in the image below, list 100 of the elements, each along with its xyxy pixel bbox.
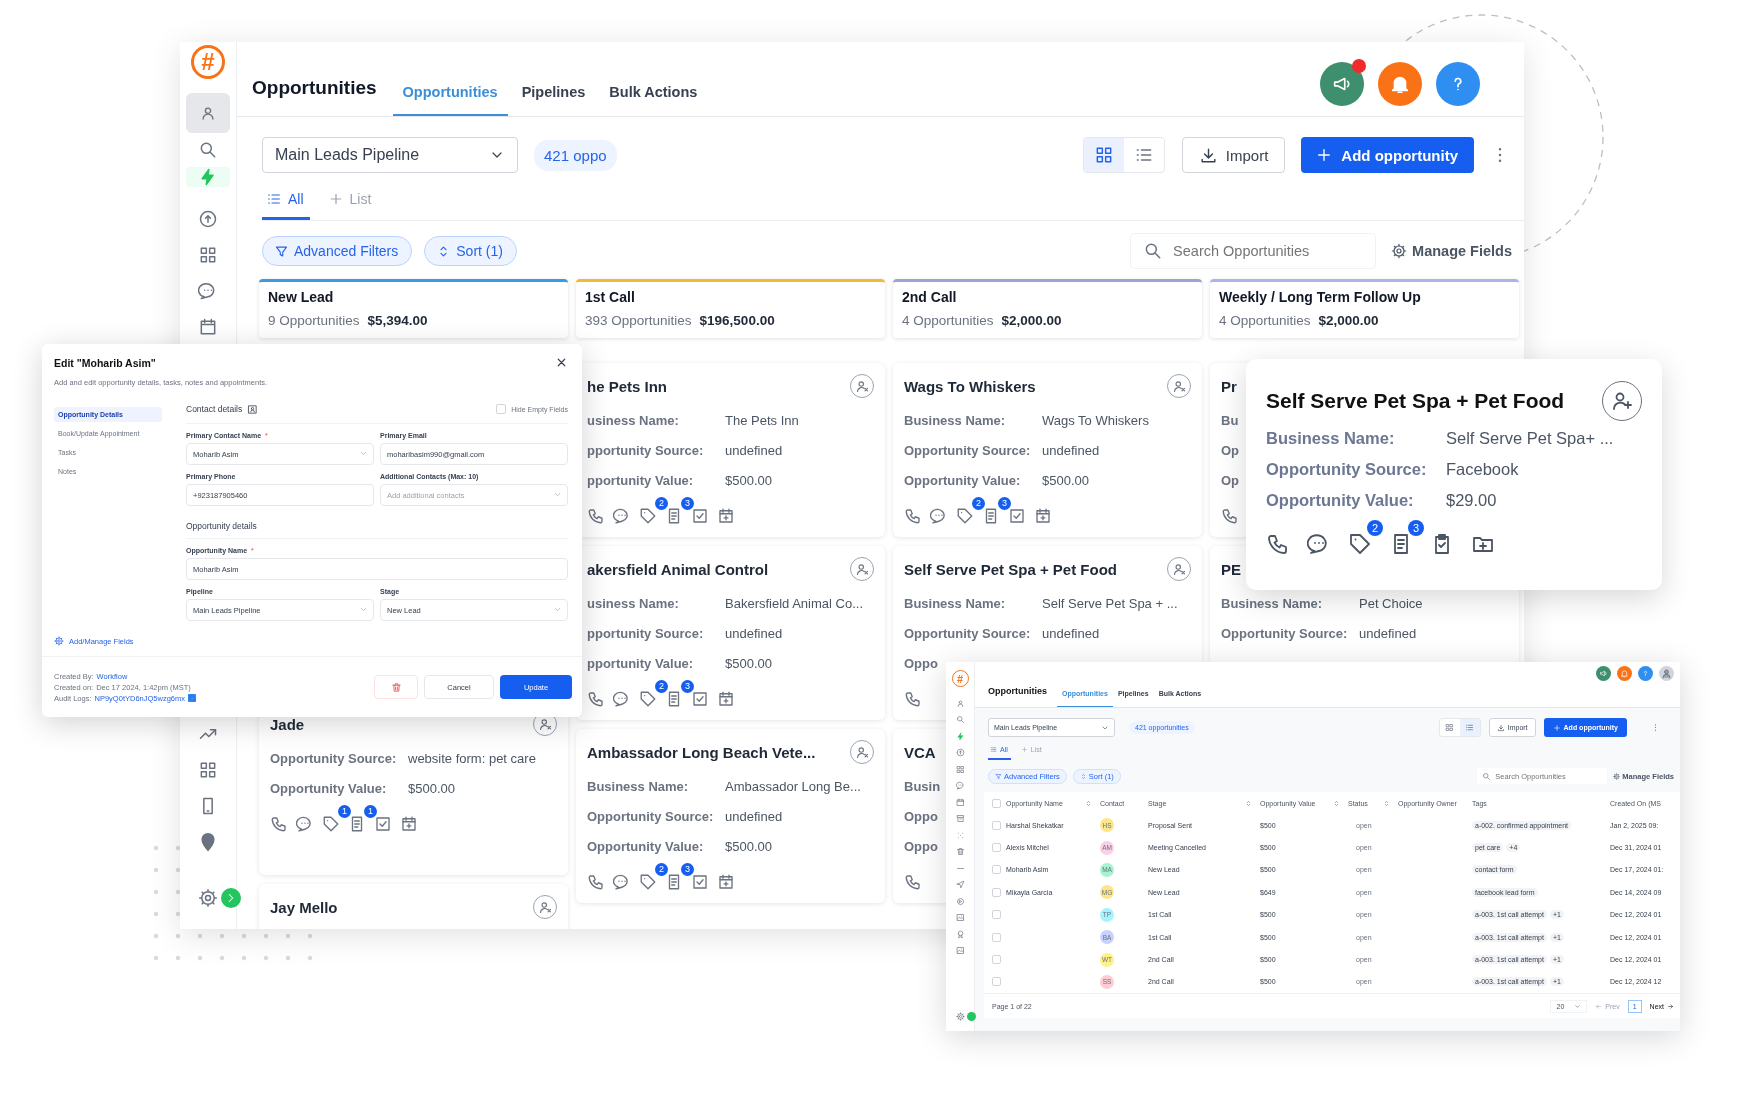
- search-icon[interactable]: [198, 140, 218, 160]
- row-checkbox[interactable]: [992, 977, 1001, 987]
- opportunity-card[interactable]: Ambassador Long Beach Vete... Business Name: Ambassador Long Be... Opportunity Source: undefined Opportunity Value: $500.00 2 3: [576, 729, 885, 903]
- phone-icon[interactable]: [270, 815, 288, 833]
- search-icon[interactable]: [955, 715, 965, 724]
- notification-button[interactable]: [1617, 666, 1632, 681]
- tag-icon[interactable]: [639, 873, 657, 891]
- manage-fields-button[interactable]: Manage Fields: [1391, 243, 1512, 259]
- count-badge: 1: [364, 805, 377, 818]
- expand-button[interactable]: [966, 1012, 976, 1021]
- row-checkbox[interactable]: [992, 955, 1001, 965]
- sort-icon[interactable]: [1085, 799, 1092, 807]
- phone-icon[interactable]: [587, 507, 605, 525]
- grid-icon[interactable]: [198, 245, 218, 265]
- chat-icon[interactable]: [613, 507, 631, 525]
- chat-icon[interactable]: [930, 507, 948, 525]
- row-checkbox[interactable]: [992, 865, 1001, 875]
- add-opportunity-button[interactable]: Add opportunity: [1301, 137, 1474, 173]
- field-label: Opportunity Value:: [270, 780, 388, 796]
- tag-icon[interactable]: [956, 507, 974, 525]
- phone-icon[interactable]: [1221, 507, 1239, 525]
- phone-icon[interactable]: [1266, 532, 1290, 556]
- advanced-filters-button[interactable]: Advanced Filters: [262, 236, 413, 266]
- calendar-add-icon[interactable]: [1034, 507, 1052, 525]
- view-toggle[interactable]: [1083, 138, 1124, 172]
- tag-icon[interactable]: [322, 815, 340, 833]
- calendar-icon[interactable]: [955, 797, 965, 807]
- lightning-icon[interactable]: [955, 731, 965, 741]
- help-button[interactable]: [1436, 62, 1480, 106]
- announcement-button[interactable]: [1596, 666, 1611, 681]
- row-checkbox[interactable]: [992, 843, 1001, 853]
- phone-icon[interactable]: [587, 873, 605, 891]
- select-all-checkbox[interactable]: [992, 798, 1001, 808]
- row-checkbox[interactable]: [992, 820, 1001, 830]
- field-label: Opportunity Source:: [904, 625, 1032, 641]
- tab[interactable]: Pipelines: [511, 84, 596, 116]
- checkbox-icon[interactable]: [374, 815, 392, 833]
- chat-icon[interactable]: [613, 873, 631, 891]
- phone-icon[interactable]: [904, 873, 922, 891]
- field-label: Opportunity Source:: [270, 750, 398, 766]
- row-checkbox[interactable]: [992, 910, 1001, 920]
- upload-icon[interactable]: [955, 748, 965, 757]
- opportunity-card[interactable]: akersfield Animal Control usiness Name: Bakersfield Animal Co... pportunity Source: undefined pportunity Value: $500.00 2 3: [576, 546, 885, 720]
- expand-button[interactable]: [221, 888, 241, 908]
- grid-icon[interactable]: [198, 760, 218, 780]
- count-badge: 2: [655, 497, 668, 510]
- close-icon[interactable]: [555, 356, 568, 369]
- opportunity-card[interactable]: Wags To Whiskers Business Name: Wags To Whiskers Opportunity Source: undefined Opportunity Value: $500.00 2 3: [893, 363, 1202, 537]
- archive-icon[interactable]: [955, 814, 965, 823]
- notification-button[interactable]: [1378, 62, 1422, 106]
- trash-icon[interactable]: [955, 847, 965, 856]
- announcement-button[interactable]: [1320, 62, 1364, 106]
- calendar-add-icon[interactable]: [717, 507, 735, 525]
- settings-icon[interactable]: [955, 1012, 965, 1021]
- checkbox-icon[interactable]: [691, 873, 709, 891]
- sort-icon[interactable]: [1333, 799, 1340, 807]
- calendar-add-icon[interactable]: [717, 873, 735, 891]
- phone-icon[interactable]: [904, 690, 922, 708]
- row-checkbox[interactable]: [992, 932, 1001, 942]
- tag-icon[interactable]: [639, 690, 657, 708]
- calendar-icon[interactable]: [198, 317, 218, 337]
- list-tab[interactable]: All: [262, 191, 310, 220]
- checkbox-icon[interactable]: [1008, 507, 1026, 525]
- calendar-add-icon[interactable]: [400, 815, 418, 833]
- checkbox-icon[interactable]: [691, 690, 709, 708]
- import-button[interactable]: Import: [1181, 137, 1286, 173]
- profile-icon[interactable]: [955, 698, 965, 708]
- settings-icon[interactable]: [198, 888, 218, 908]
- opportunity-card[interactable]: Jay Mello: [259, 884, 568, 929]
- view-toggle[interactable]: [1459, 719, 1480, 736]
- checkbox-icon[interactable]: [691, 507, 709, 525]
- chat-icon[interactable]: [613, 690, 631, 708]
- row-checkbox[interactable]: [992, 887, 1001, 897]
- tab[interactable]: Bulk Actions: [599, 84, 708, 116]
- search-field[interactable]: Search Opportunities: [1131, 234, 1376, 268]
- sort-button[interactable]: Sort (1): [424, 236, 517, 266]
- calendar-add-icon[interactable]: [717, 690, 735, 708]
- image-icon[interactable]: [955, 913, 965, 922]
- send-icon[interactable]: [955, 880, 965, 889]
- phone-icon[interactable]: [587, 690, 605, 708]
- tag-icon[interactable]: [639, 507, 657, 525]
- sort-icon[interactable]: [1383, 799, 1390, 807]
- card-title: Self Serve Pet Spa + Pet Food: [1266, 389, 1565, 413]
- play-icon[interactable]: [955, 896, 965, 906]
- phone-icon[interactable]: [904, 507, 922, 525]
- tag-icon[interactable]: [1348, 532, 1372, 556]
- help-button[interactable]: [1638, 666, 1653, 681]
- field-label: pportunity Source:: [587, 442, 705, 458]
- nodes-icon[interactable]: [955, 830, 965, 840]
- card-title: VCA: [904, 743, 936, 761]
- sort-icon[interactable]: [1245, 799, 1252, 807]
- field-label: Business Name:: [1266, 429, 1396, 448]
- pipeline-select[interactable]: Main Leads Pipeline: [262, 137, 518, 173]
- chat-icon[interactable]: [296, 815, 314, 833]
- avatar[interactable]: [1659, 666, 1674, 681]
- upload-icon[interactable]: [198, 209, 218, 229]
- image-icon[interactable]: [955, 946, 965, 955]
- pin-icon[interactable]: [198, 832, 218, 852]
- award-icon[interactable]: [955, 929, 965, 939]
- grid-icon[interactable]: [955, 764, 965, 774]
